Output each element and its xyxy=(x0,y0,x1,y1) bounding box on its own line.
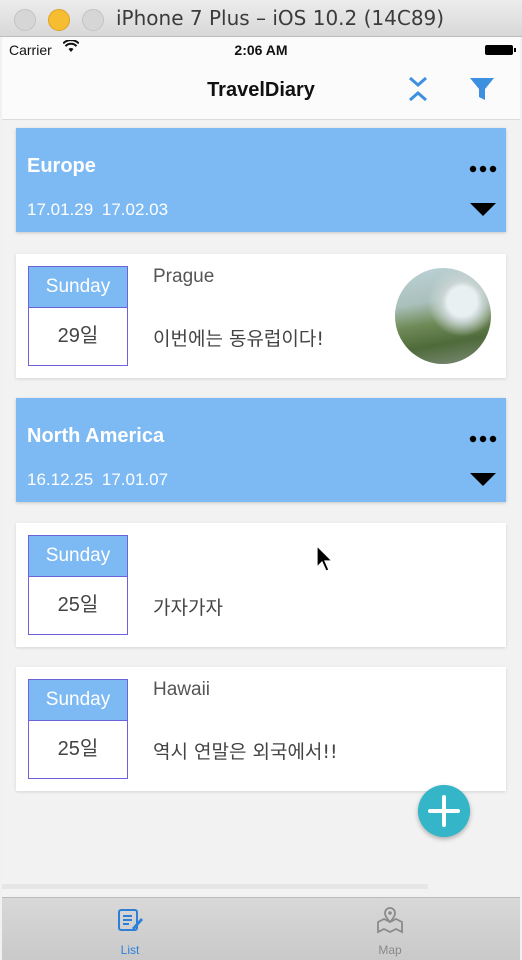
tab-bar: List Map xyxy=(2,897,520,960)
page-title: TravelDiary xyxy=(207,79,315,101)
weekday-label: Sunday xyxy=(29,267,127,308)
weekday-label: Sunday xyxy=(29,680,127,721)
diary-entry-card[interactable]: Sunday 29일 Prague 이번에는 동유럽이다! xyxy=(16,254,506,378)
day-number: 25일 xyxy=(57,738,99,760)
section-dates: 17.01.29 17.02.03 xyxy=(27,200,169,219)
entry-place: Hawaii xyxy=(153,679,211,700)
section-dates: 16.12.25 17.01.07 xyxy=(27,470,169,489)
tab-label: Map xyxy=(378,943,402,957)
entry-text: 가자가자 xyxy=(153,597,223,619)
more-options-icon[interactable] xyxy=(469,434,497,444)
zoom-window-button[interactable] xyxy=(82,9,104,31)
section-title: Europe xyxy=(27,155,96,177)
status-bar: Carrier 2:06 AM xyxy=(2,37,520,63)
minimize-window-button[interactable] xyxy=(48,9,70,31)
expand-triangle-icon[interactable] xyxy=(469,471,497,487)
section-title: North America xyxy=(27,425,165,447)
status-time: 2:06 AM xyxy=(234,42,288,58)
add-entry-button[interactable] xyxy=(418,785,470,837)
scroll-indicator xyxy=(2,884,428,889)
list-icon xyxy=(118,909,143,931)
date-badge: Sunday 29일 xyxy=(28,266,128,366)
tab-list[interactable]: List xyxy=(70,906,190,960)
date-badge: Sunday 25일 xyxy=(28,679,128,779)
map-icon xyxy=(377,907,403,934)
tab-label: List xyxy=(120,943,140,957)
day-number: 29일 xyxy=(57,325,99,347)
section-header[interactable]: Europe 17.01.29 17.02.03 xyxy=(16,128,506,232)
diary-entry-card[interactable]: Sunday 25일 Hawaii 역시 연말은 외국에서!! xyxy=(16,667,506,791)
mouse-cursor-icon xyxy=(316,545,334,572)
day-number: 25일 xyxy=(57,594,99,616)
close-window-button[interactable] xyxy=(14,9,36,31)
date-badge: Sunday 25일 xyxy=(28,535,128,635)
entry-place: Prague xyxy=(153,266,215,287)
more-options-icon[interactable] xyxy=(469,164,497,174)
expand-triangle-icon[interactable] xyxy=(469,201,497,217)
window-title: iPhone 7 Plus – iOS 10.2 (14C89) xyxy=(116,6,445,30)
weekday-label: Sunday xyxy=(29,536,127,577)
phone-screen: Carrier 2:06 AM TravelDiary Europe 17.01… xyxy=(2,37,520,960)
diary-entry-card[interactable]: Sunday 25일 가자가자 xyxy=(16,523,506,647)
diary-list[interactable]: Europe 17.01.29 17.02.03 Sunday 29일 Prag… xyxy=(2,120,520,880)
entry-text: 역시 연말은 외국에서!! xyxy=(153,741,338,763)
section-header[interactable]: North America 16.12.25 17.01.07 xyxy=(16,398,506,502)
collapse-all-icon[interactable] xyxy=(406,75,430,103)
filter-icon[interactable] xyxy=(468,75,496,103)
battery-icon xyxy=(485,45,516,55)
simulator-titlebar: iPhone 7 Plus – iOS 10.2 (14C89) xyxy=(0,0,522,37)
navigation-bar: TravelDiary xyxy=(2,63,520,120)
tab-map[interactable]: Map xyxy=(330,906,450,960)
entry-text: 이번에는 동유럽이다! xyxy=(153,328,324,350)
entry-photo xyxy=(395,268,491,364)
